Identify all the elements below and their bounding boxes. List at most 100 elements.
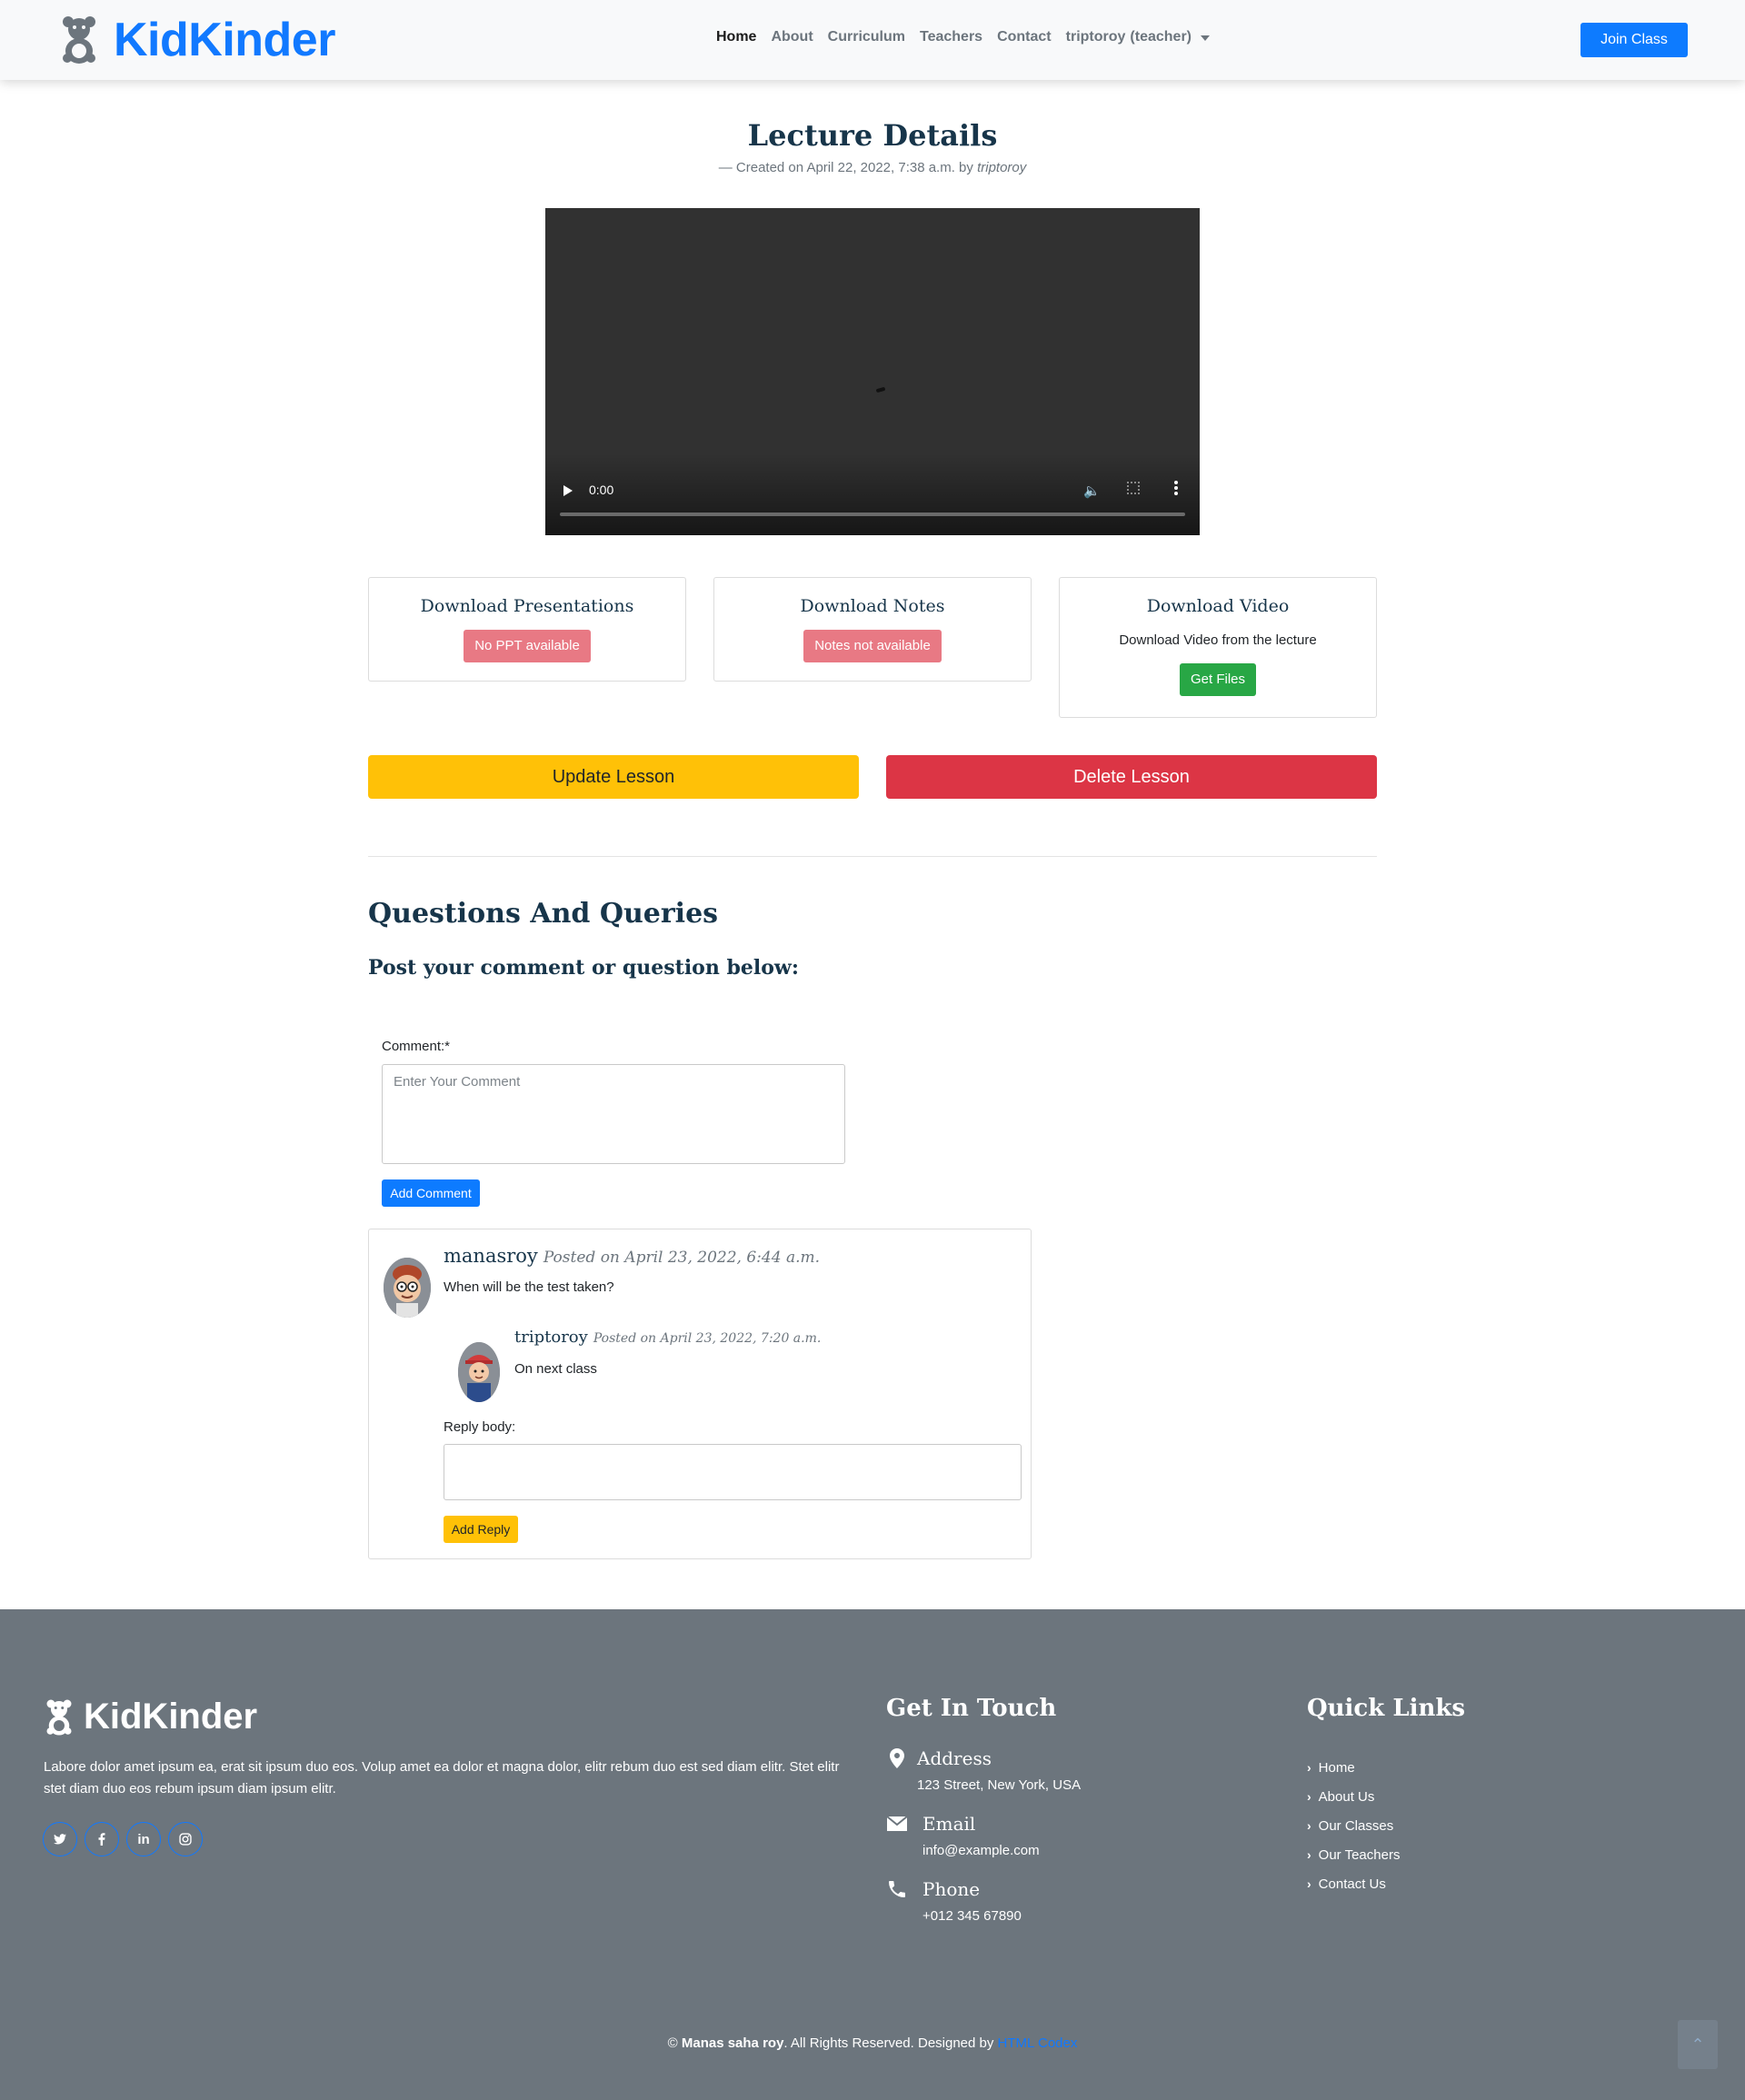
- comment-username: manasroy: [444, 1245, 538, 1267]
- brand[interactable]: KidKinder: [61, 13, 335, 67]
- quick-link-contact[interactable]: › Contact Us: [1307, 1869, 1400, 1898]
- brand-name: KidKinder: [114, 14, 335, 66]
- reply-body: On next class: [514, 1361, 597, 1377]
- copyright: © Manas saha roy. All Rights Reserved. D…: [0, 2035, 1745, 2051]
- double-chevron-up-icon: ⌃: [1690, 2035, 1705, 2054]
- add-comment-button[interactable]: Add Comment: [382, 1179, 480, 1207]
- volume-icon[interactable]: 🔈: [1083, 483, 1101, 499]
- quick-link-classes[interactable]: › Our Classes: [1307, 1811, 1400, 1840]
- add-reply-button[interactable]: Add Reply: [444, 1516, 518, 1543]
- nav-link-about[interactable]: About: [771, 29, 813, 45]
- user-dropdown[interactable]: triptoroy (teacher): [1066, 29, 1210, 45]
- questions-subtitle: Post your comment or question below:: [368, 956, 799, 980]
- user-role: (teacher): [1130, 29, 1192, 45]
- back-to-top-button[interactable]: ⌃: [1678, 2020, 1718, 2069]
- update-lesson-button[interactable]: Update Lesson: [368, 755, 859, 799]
- play-icon[interactable]: [563, 485, 573, 496]
- video-controls-shade: [545, 453, 1200, 535]
- lecture-author: triptoroy: [977, 160, 1027, 175]
- questions-title: Questions And Queries: [368, 898, 719, 930]
- email-value: info@example.com: [922, 1843, 1040, 1858]
- avatar: [458, 1342, 500, 1402]
- download-notes-card: Download Notes Notes not available: [713, 577, 1032, 682]
- card-title: Download Notes: [800, 596, 945, 616]
- avatar: [384, 1258, 431, 1318]
- footer: KidKinder Labore dolor amet ipsum ea, er…: [0, 1609, 1745, 2100]
- reply-author: triptoroy Posted on April 23, 2022, 7:20 …: [514, 1328, 821, 1347]
- phone-value: +012 345 67890: [922, 1908, 1022, 1924]
- nav-link-contact[interactable]: Contact: [997, 29, 1052, 45]
- quick-link-about[interactable]: › About Us: [1307, 1782, 1400, 1811]
- reply-date: Posted on April 23, 2022, 7:20 a.m.: [593, 1331, 822, 1346]
- copyright-owner: Manas saha roy: [681, 2035, 784, 2051]
- facebook-icon[interactable]: [85, 1822, 119, 1856]
- reply-username: triptoroy: [514, 1328, 588, 1347]
- instagram-icon[interactable]: [168, 1822, 203, 1856]
- user-name: triptoroy: [1065, 29, 1126, 45]
- comment-date: Posted on April 23, 2022, 6:44 a.m.: [543, 1249, 821, 1267]
- join-class-button[interactable]: Join Class: [1580, 23, 1688, 57]
- card-text: Download Video from the lecture: [1119, 632, 1317, 648]
- linkedin-icon[interactable]: in: [126, 1822, 161, 1856]
- footer-about: Labore dolor amet ipsum ea, erat sit ips…: [44, 1759, 840, 1796]
- footer-brand[interactable]: KidKinder: [45, 1697, 257, 1737]
- fullscreen-icon[interactable]: [1127, 482, 1140, 494]
- page-title: Lecture Details: [747, 118, 998, 153]
- video-player[interactable]: 0:00 🔈: [545, 208, 1200, 535]
- quick-link-home[interactable]: › Home: [1307, 1753, 1400, 1782]
- no-ppt-badge: No PPT available: [464, 630, 591, 662]
- phone-icon: [889, 1881, 905, 1897]
- video-time: 0:00: [589, 483, 614, 497]
- reply-label: Reply body:: [444, 1419, 516, 1435]
- quick-links-list: › Home › About Us › Our Classes › Our Teache…: [1307, 1753, 1400, 1898]
- chevron-right-icon: ›: [1307, 1847, 1311, 1862]
- quick-link-label: Our Classes: [1318, 1817, 1394, 1834]
- video-progress-bar[interactable]: [560, 513, 1185, 516]
- chevron-right-icon: ›: [1307, 1760, 1311, 1775]
- download-presentations-card: Download Presentations No PPT available: [368, 577, 686, 682]
- chevron-right-icon: ›: [1307, 1876, 1311, 1891]
- quick-link-teachers[interactable]: › Our Teachers: [1307, 1840, 1400, 1869]
- caret-down-icon: [1201, 35, 1210, 41]
- quick-link-label: Home: [1318, 1759, 1355, 1776]
- comment-body: When will be the test taken?: [444, 1279, 614, 1295]
- reply-input[interactable]: [444, 1444, 1022, 1500]
- divider: [368, 856, 1377, 857]
- nav-links: Home About Curriculum Teachers Contact t…: [716, 29, 1210, 45]
- lecture-meta: — Created on April 22, 2022, 7:38 a.m. b…: [0, 160, 1745, 175]
- teddy-bear-logo-icon: [46, 1699, 72, 1735]
- email-label: Email: [922, 1813, 976, 1835]
- twitter-icon[interactable]: [43, 1822, 77, 1856]
- chevron-right-icon: ›: [1307, 1789, 1311, 1804]
- footer-brand-name: KidKinder: [84, 1697, 258, 1737]
- nav-link-home[interactable]: Home: [716, 29, 756, 45]
- chevron-right-icon: ›: [1307, 1818, 1311, 1833]
- nav-link-curriculum[interactable]: Curriculum: [828, 29, 905, 45]
- map-marker-icon: [890, 1748, 904, 1768]
- comment-input[interactable]: [382, 1064, 845, 1164]
- social-links: in: [43, 1822, 210, 1856]
- delete-lesson-button[interactable]: Delete Lesson: [886, 755, 1377, 799]
- copyright-text: . All Rights Reserved. Designed by: [783, 2035, 994, 2051]
- comment-label: Comment:*: [382, 1039, 451, 1054]
- quick-link-label: Our Teachers: [1318, 1846, 1401, 1863]
- comment-author: manasroy Posted on April 23, 2022, 6:44 a…: [444, 1245, 820, 1267]
- quick-link-label: About Us: [1318, 1788, 1375, 1805]
- more-options-icon[interactable]: [1174, 481, 1178, 495]
- navbar: KidKinder Home About Curriculum Teachers…: [0, 0, 1745, 80]
- envelope-icon: [886, 1816, 908, 1831]
- comment-thread: manasroy Posted on April 23, 2022, 6:44 a…: [368, 1229, 1032, 1559]
- teddy-bear-logo-icon: [63, 16, 95, 64]
- get-files-button[interactable]: Get Files: [1179, 663, 1256, 696]
- designer-link[interactable]: HTML Codex: [998, 2035, 1078, 2051]
- copyright-symbol: ©: [667, 2035, 678, 2051]
- quick-links-title: Quick Links: [1307, 1695, 1466, 1722]
- loading-icon: [875, 386, 886, 393]
- nav-link-teachers[interactable]: Teachers: [920, 29, 982, 45]
- address-value: 123 Street, New York, USA: [917, 1777, 1082, 1793]
- no-notes-badge: Notes not available: [803, 630, 942, 662]
- card-title: Download Video: [1146, 596, 1290, 616]
- address-label: Address: [917, 1747, 992, 1769]
- quick-link-label: Contact Us: [1318, 1876, 1386, 1892]
- cartoon-boy-avatar-icon: [384, 1258, 431, 1318]
